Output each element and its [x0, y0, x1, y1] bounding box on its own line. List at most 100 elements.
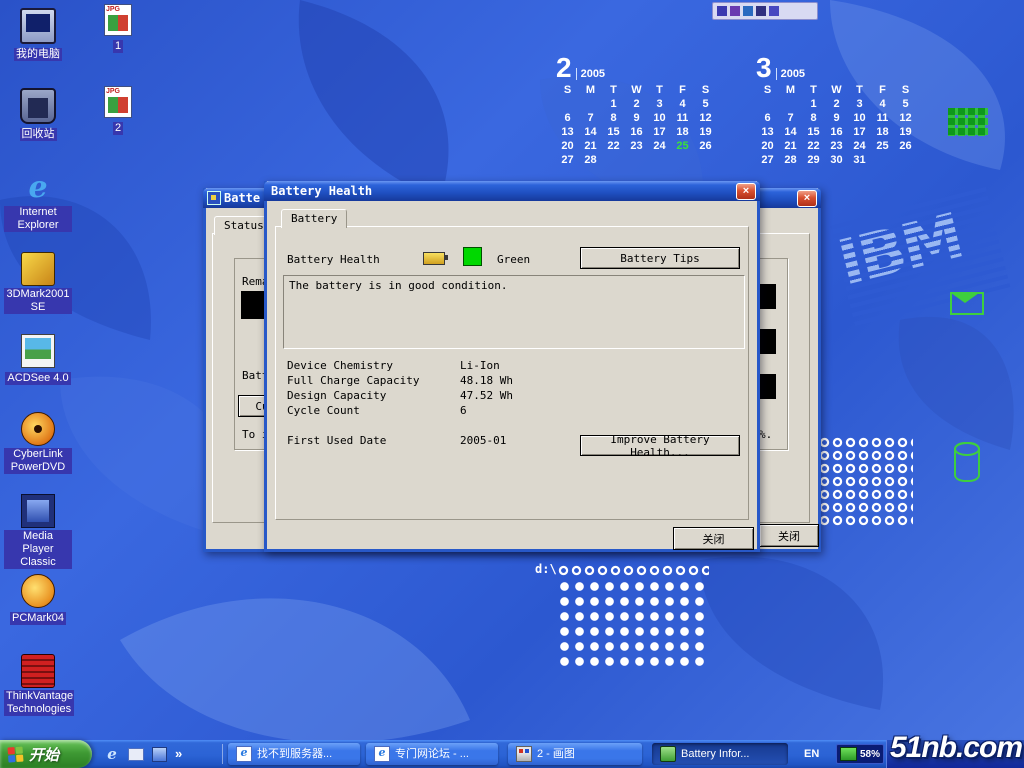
quick-launch-ie-icon[interactable]: e [104, 746, 120, 762]
desktop-icon-media-player-classic[interactable]: Media Player Classic [4, 494, 72, 570]
battery-health-dialog[interactable]: Battery Health × Battery Battery Health … [264, 181, 760, 552]
battery-tabpage [275, 226, 749, 520]
my-computer-icon [20, 8, 56, 44]
desktop-icon-powerdvd[interactable]: CyberLink PowerDVD [4, 412, 72, 475]
close-icon[interactable]: × [736, 183, 756, 200]
acdsee-icon [21, 334, 55, 368]
field-label: Device Chemistry [287, 359, 393, 372]
close-button-dialog[interactable]: 关闭 [673, 527, 754, 550]
chevron-right-icon[interactable]: » [175, 740, 182, 768]
tab-battery[interactable]: Battery [281, 209, 347, 228]
icon-label: 3DMark2001 SE [4, 288, 72, 314]
drive-label: d:\ [535, 562, 557, 576]
desktop-icon-thinkvantage[interactable]: ThinkVantage Technologies [4, 654, 72, 717]
dialog-title: Battery Health [271, 184, 372, 198]
desktop-icon-my-computer[interactable]: 我的电脑 [4, 8, 72, 62]
health-status-swatch [463, 247, 482, 266]
battery-health-label: Battery Health [287, 253, 380, 266]
desktop-icon-internet-explorer[interactable]: e Internet Explorer [4, 172, 72, 233]
task-label: 2 - 画图 [537, 743, 575, 765]
window-title: Batte [224, 191, 260, 205]
battery-icon [423, 252, 445, 265]
close-icon[interactable]: × [797, 190, 817, 207]
calendar-grid: SMTWTFS123456789101112131415161718192021… [556, 83, 717, 167]
task-button-forum[interactable]: e 专门网论坛 - ... [366, 743, 498, 765]
task-button-server-not-found[interactable]: e 找不到服务器... [228, 743, 360, 765]
quick-launch-mail-icon[interactable] [128, 748, 144, 761]
database-cylinder-icon [954, 442, 980, 482]
quick-launch: e » [98, 740, 188, 768]
network-icon[interactable] [769, 6, 779, 16]
improve-battery-health-button[interactable]: Improve Battery Health... [580, 435, 740, 456]
calendar-month-header: 32005 [756, 53, 917, 83]
task-button-paint[interactable]: 2 - 画图 [508, 743, 642, 765]
dot-pattern-bottom [557, 579, 709, 669]
desktop-file-jpg-1[interactable]: JPG 1 [84, 4, 152, 54]
recycle-bin-icon [20, 88, 56, 124]
health-status-text: Green [497, 253, 530, 266]
desktop-icon-pcmark04[interactable]: PCMark04 [4, 574, 72, 626]
month-number: 2 [556, 52, 572, 83]
desktop-file-jpg-2[interactable]: JPG 2 [84, 86, 152, 136]
desktop-tray-strip [712, 2, 818, 20]
battery-health-titlebar[interactable]: Battery Health × [264, 181, 760, 201]
battery-meter[interactable]: 58% [836, 744, 884, 764]
close-button-background-window[interactable]: 关闭 [759, 524, 819, 547]
ie-page-icon: e [236, 746, 252, 762]
pcmark-icon [21, 574, 55, 608]
task-label: Battery Infor... [681, 743, 749, 765]
field-label: Cycle Count [287, 404, 360, 417]
dot-pattern-right [818, 436, 913, 528]
task-label: 找不到服务器... [257, 743, 332, 765]
icon-label: ThinkVantage Technologies [4, 690, 74, 716]
keyboard-icon[interactable] [756, 6, 766, 16]
thinkvantage-icon [21, 654, 55, 688]
windows-flag-icon [7, 746, 24, 762]
file-label: 2 [113, 122, 123, 135]
battery-app-icon [207, 191, 221, 205]
grid-icon [948, 108, 988, 136]
field-value: 48.18 Wh [460, 374, 513, 387]
icon-label: ACDSee 4.0 [5, 372, 70, 385]
volume-icon[interactable] [717, 6, 727, 16]
icon-label: Internet Explorer [4, 206, 72, 232]
start-label: 开始 [29, 744, 59, 765]
field-label: First Used Date [287, 434, 386, 447]
calendar-grid: SMTWTFS123456789101112131415161718192021… [756, 83, 917, 167]
calendar-month-header: 2 2005 [556, 53, 717, 83]
year-number: 2005 [576, 68, 605, 80]
desktop-icon-acdsee[interactable]: ACDSee 4.0 [4, 334, 72, 386]
icon-label: 回收站 [20, 128, 57, 141]
3dmark-icon [21, 252, 55, 286]
year-number: 2005 [776, 68, 805, 80]
condition-textbox: The battery is in good condition. [283, 275, 745, 349]
icon-label: 我的电脑 [14, 48, 62, 61]
watermark-51nb: 51nb.com [890, 731, 1022, 765]
field-value: 47.52 Wh [460, 389, 513, 402]
calendar-february-2005: 2 2005 SMTWTFS123456789101112131415161718… [556, 53, 717, 167]
task-button-battery-information[interactable]: Battery Infor... [652, 743, 788, 765]
battery-percent: 58% [860, 749, 880, 760]
battery-tips-button[interactable]: Battery Tips [580, 247, 740, 269]
taskbar: 开始 e » e 找不到服务器... e 专门网论坛 - ... 2 - 画图 … [0, 740, 1024, 768]
quick-launch-show-desktop-icon[interactable] [152, 747, 167, 762]
percent-label: %. [759, 428, 772, 441]
icon-label: CyberLink PowerDVD [4, 448, 72, 474]
icon-label: Media Player Classic [4, 530, 72, 569]
taskbar-divider [222, 744, 223, 764]
start-button[interactable]: 开始 [0, 740, 92, 768]
language-indicator[interactable]: EN [804, 740, 819, 768]
display-icon[interactable] [743, 6, 753, 16]
paint-icon [516, 746, 532, 762]
task-label: 专门网论坛 - ... [395, 743, 469, 765]
jpg-file-icon: JPG [104, 86, 132, 118]
jpg-file-icon: JPG [104, 4, 132, 36]
desktop-icon-recycle-bin[interactable]: 回收站 [4, 88, 72, 142]
internet-explorer-icon: e [22, 172, 54, 204]
dot-pattern-bottom-row [557, 564, 709, 578]
power-icon[interactable] [730, 6, 740, 16]
desktop: 2 2005 SMTWTFS123456789101112131415161718… [0, 0, 1024, 768]
media-player-classic-icon [21, 494, 55, 528]
condition-text: The battery is in good condition. [289, 279, 508, 292]
desktop-icon-3dmark2001[interactable]: 3DMark2001 SE [4, 252, 72, 315]
